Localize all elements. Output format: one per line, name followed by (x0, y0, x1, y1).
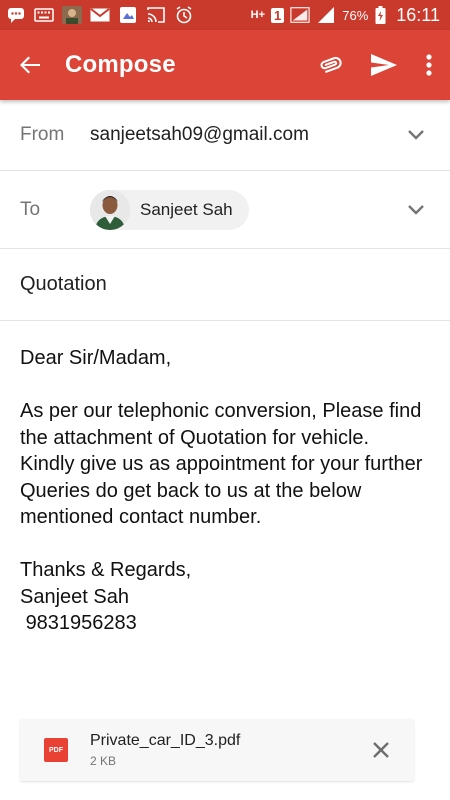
appbar-actions (304, 30, 450, 100)
avatar (90, 189, 130, 230)
screen-title: Compose (65, 51, 176, 78)
cast-icon (146, 6, 166, 24)
subject-field[interactable]: Quotation (0, 273, 107, 296)
attachment-size: 2 KB (90, 754, 117, 768)
pdf-icon: PDF (44, 738, 68, 762)
alarm-icon (174, 6, 194, 24)
message-body[interactable]: Dear Sir/Madam, As per our telephonic co… (20, 345, 435, 637)
to-row: To Sanjeet Sah (0, 171, 450, 249)
attachment-filename: Private_car_ID_3.pdf (90, 732, 241, 749)
to-expand-button[interactable] (406, 203, 426, 217)
recipient-name: Sanjeet Sah (140, 199, 233, 219)
sim-indicator: 1 (271, 7, 285, 23)
clock: 16:11 (396, 4, 440, 25)
signal-icon (290, 6, 310, 24)
system-status: H+ 1 76% 16:11 (251, 5, 450, 26)
keyboard-icon (34, 6, 54, 24)
to-label: To (20, 198, 41, 220)
notification-icons (0, 6, 194, 24)
attach-button[interactable] (304, 30, 356, 100)
signal-icon-2 (316, 6, 336, 24)
more-options-button[interactable] (412, 30, 446, 100)
battery-icon (374, 6, 386, 24)
chevron-down-icon (408, 204, 424, 215)
photo-icon (118, 6, 138, 24)
recipient-chip[interactable]: Sanjeet Sah (90, 189, 249, 230)
status-bar: H+ 1 76% 16:11 (0, 0, 450, 30)
more-vert-icon (426, 54, 432, 76)
battery-percent: 76% (342, 7, 369, 23)
subject-row[interactable]: Quotation (0, 249, 450, 321)
attachment-card[interactable]: PDF Private_car_ID_3.pdf 2 KB (20, 719, 414, 781)
messaging-icon (6, 6, 26, 24)
network-type: H+ (250, 9, 266, 21)
send-button[interactable] (356, 30, 412, 100)
from-dropdown-button[interactable] (406, 128, 426, 142)
attachment-info: Private_car_ID_3.pdf 2 KB (90, 732, 240, 768)
app-bar: Compose (0, 30, 450, 100)
close-icon (373, 742, 389, 758)
from-label: From (20, 124, 65, 145)
send-icon (371, 54, 397, 76)
chevron-down-icon (408, 130, 424, 140)
from-account[interactable]: sanjeetsah09@gmail.com (90, 124, 309, 146)
gmail-icon (90, 6, 110, 24)
back-button[interactable] (0, 30, 60, 100)
from-row: From sanjeetsah09@gmail.com (0, 100, 450, 171)
remove-attachment-button[interactable] (370, 739, 392, 761)
app-thumbnail-icon (62, 6, 82, 24)
paperclip-icon (320, 56, 342, 73)
arrow-back-icon (20, 56, 40, 74)
